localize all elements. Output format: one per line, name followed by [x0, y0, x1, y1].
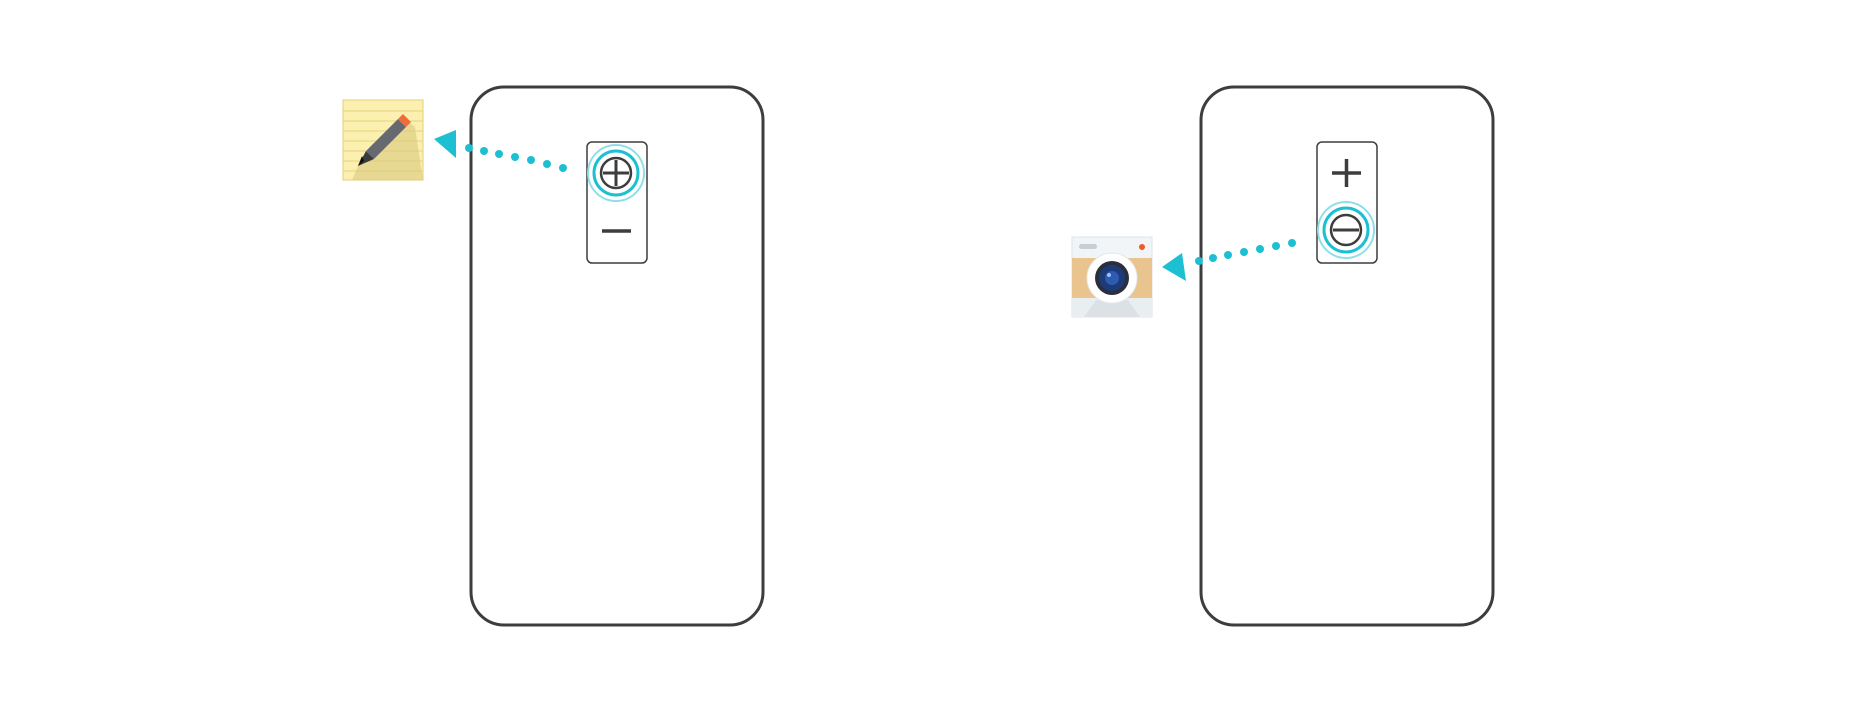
launch-arrow-left	[434, 130, 567, 172]
launch-arrow-right	[1162, 239, 1296, 281]
notes-app-icon[interactable]	[342, 99, 424, 181]
camera-app-icon[interactable]	[1071, 236, 1153, 318]
diagram-svg	[342, 85, 1495, 627]
diagram-canvas	[0, 0, 1860, 710]
camera-lens-icon	[1086, 252, 1138, 304]
arrow-head-left	[434, 130, 456, 158]
panel-left	[342, 85, 765, 627]
arrow-head-right	[1162, 253, 1186, 281]
camera-viewfinder	[1079, 244, 1097, 249]
arrow-dots-right	[1195, 239, 1296, 265]
arrow-dots-left	[465, 144, 567, 172]
panel-right	[1071, 85, 1495, 627]
camera-record-dot	[1139, 244, 1145, 250]
